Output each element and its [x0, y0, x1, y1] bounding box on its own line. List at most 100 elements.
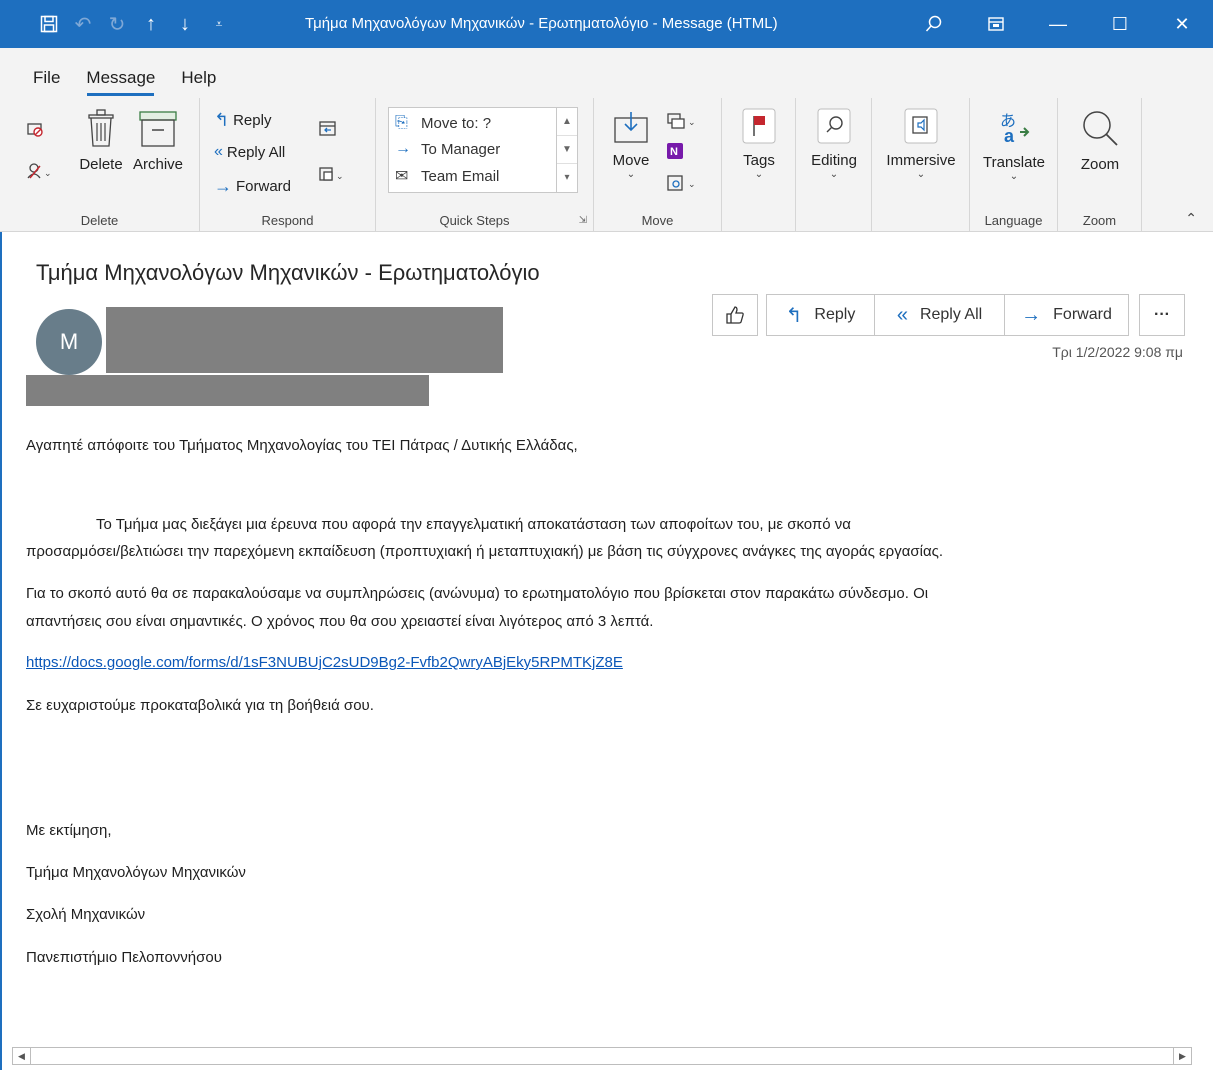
- signature-school: Σχολή Μηχανικών: [26, 906, 146, 923]
- actions-icon[interactable]: ⌄: [666, 172, 698, 192]
- archive-button[interactable]: Archive: [130, 108, 186, 173]
- more-respond-icon[interactable]: ⌄: [318, 164, 346, 184]
- editing-button[interactable]: Editing ⌄: [796, 108, 872, 180]
- expand-gallery-icon[interactable]: ▾: [557, 164, 577, 192]
- flag-icon: [742, 108, 776, 144]
- quick-steps-scroll[interactable]: ▲ ▼ ▾: [556, 108, 577, 192]
- block-icon[interactable]: ⌄: [26, 162, 52, 180]
- collapse-ribbon-icon[interactable]: ⌃: [1185, 210, 1197, 227]
- svg-text:⌄: ⌄: [336, 171, 344, 181]
- search-icon[interactable]: [903, 0, 965, 48]
- tags-dropdown-icon: ⌄: [754, 169, 764, 180]
- trash-icon: [88, 109, 114, 147]
- message-reply-button[interactable]: ↰ Reply: [766, 294, 874, 336]
- like-button[interactable]: [712, 294, 758, 336]
- response-actions: ↰ Reply «Reply All → Forward: [766, 294, 1129, 336]
- quick-steps-launcher-icon[interactable]: ⇲: [579, 215, 587, 226]
- move-folder-icon: [614, 112, 648, 143]
- maximize-icon[interactable]: ☐: [1089, 0, 1151, 48]
- chevron-down-icon[interactable]: ▼: [557, 136, 577, 164]
- paragraph-1-line-1: Το Τμήμα μας διεξάγει μια έρευνα που αφο…: [96, 516, 851, 533]
- message-date: Τρι 1/2/2022 9:08 πμ: [1052, 344, 1183, 360]
- archive-label: Archive: [132, 156, 184, 173]
- translate-icon: あa: [1000, 111, 1030, 146]
- immersive-group: Immersive ⌄: [872, 98, 970, 232]
- move-label: Move: [612, 152, 650, 169]
- scroll-right-icon[interactable]: ▶: [1173, 1048, 1191, 1064]
- svg-text:N: N: [670, 146, 678, 158]
- forward-button[interactable]: → Forward: [214, 176, 291, 197]
- chevron-up-icon[interactable]: ▲: [557, 108, 577, 136]
- undo-icon[interactable]: ↶: [66, 7, 100, 41]
- rules-icon[interactable]: ⌄: [666, 112, 698, 130]
- svg-text:⌄: ⌄: [44, 168, 52, 178]
- close-icon[interactable]: ✕: [1151, 0, 1213, 48]
- find-icon: [817, 108, 851, 144]
- immersive-reader-icon: [904, 108, 938, 144]
- signature-university: Πανεπιστήμιο Πελοποννήσου: [26, 949, 222, 966]
- immersive-label: Immersive: [886, 152, 956, 169]
- title-bar: ↶ ↻ ↑ ↓ ⩡ Τμήμα Μηχανολόγων Μηχανικών - …: [0, 0, 1213, 48]
- arrow-right-icon: →: [395, 140, 411, 157]
- quick-steps-label: Quick Steps: [439, 213, 510, 228]
- language-group: あa Translate ⌄ Language: [970, 98, 1058, 232]
- quick-step-move-to[interactable]: ⎘ Move to: ?: [395, 114, 491, 132]
- svg-text:⌄: ⌄: [688, 117, 696, 127]
- tags-button[interactable]: Tags ⌄: [722, 108, 796, 180]
- tab-help[interactable]: Help: [168, 68, 229, 98]
- tags-label: Tags: [743, 152, 775, 169]
- message-reply-all-button[interactable]: «Reply All: [874, 294, 1004, 336]
- reading-pane: Τμήμα Μηχανολόγων Μηχανικών - Ερωτηματολ…: [0, 232, 1213, 1070]
- survey-link[interactable]: https://docs.google.com/forms/d/1sF3NUBU…: [26, 654, 623, 671]
- move-dropdown-icon: ⌄: [626, 169, 636, 180]
- avatar[interactable]: M: [36, 309, 102, 375]
- svg-text:⌄: ⌄: [688, 179, 696, 189]
- previous-item-icon[interactable]: ↑: [134, 7, 168, 41]
- tags-group: Tags ⌄: [722, 98, 796, 232]
- reply-all-button[interactable]: «Reply All: [214, 143, 285, 161]
- move-group-label: Move: [641, 213, 674, 228]
- redo-icon[interactable]: ↻: [100, 7, 134, 41]
- tab-file[interactable]: File: [20, 68, 73, 98]
- tab-message[interactable]: Message: [73, 68, 168, 98]
- delete-group-label: Delete: [80, 213, 119, 228]
- move-group: Move ⌄ ⌄ N ⌄ Move: [594, 98, 722, 232]
- zoom-button[interactable]: Zoom: [1058, 108, 1142, 173]
- ignore-icon[interactable]: [26, 120, 44, 138]
- translate-button[interactable]: あa Translate ⌄: [970, 108, 1058, 182]
- closing-text: Με εκτίμηση,: [26, 822, 112, 839]
- scroll-left-icon[interactable]: ◀: [13, 1048, 31, 1064]
- sender-redacted: [106, 307, 503, 373]
- quick-step-team-email[interactable]: ✉ Team Email: [395, 166, 499, 186]
- more-actions-button[interactable]: ···: [1139, 294, 1185, 336]
- reply-button[interactable]: ↰ Reply: [214, 110, 271, 131]
- quick-step-to-manager[interactable]: → To Manager: [395, 140, 500, 158]
- reply-all-icon: «: [214, 143, 223, 160]
- message-forward-button[interactable]: → Forward: [1004, 294, 1129, 336]
- ribbon-display-icon[interactable]: [965, 0, 1027, 48]
- meeting-reply-icon[interactable]: [318, 118, 338, 138]
- editing-group: Editing ⌄: [796, 98, 872, 232]
- editing-dropdown-icon: ⌄: [829, 169, 839, 180]
- message-subject: Τμήμα Μηχανολόγων Μηχανικών - Ερωτηματολ…: [36, 260, 540, 285]
- quick-steps-gallery: ⎘ Move to: ? → To Manager ✉ Team Email ▲ ▼ …: [388, 107, 578, 193]
- ribbon-tabs: File Message Help: [0, 48, 1213, 98]
- onenote-icon[interactable]: N: [666, 142, 684, 160]
- quick-access-toolbar: ↶ ↻ ↑ ↓ ⩡: [0, 0, 236, 48]
- forward-arrow-icon: →: [1021, 303, 1042, 326]
- thumbs-up-icon: [726, 306, 744, 324]
- zoom-label: Zoom: [1080, 156, 1120, 173]
- archive-icon: [139, 111, 177, 147]
- minimize-icon[interactable]: —: [1027, 0, 1089, 48]
- horizontal-scrollbar[interactable]: ◀ ▶: [12, 1047, 1192, 1065]
- window-title: Τμήμα Μηχανολόγων Μηχανικών - Ερωτηματολ…: [305, 15, 778, 32]
- save-icon[interactable]: [32, 7, 66, 41]
- delete-button[interactable]: Delete: [74, 108, 128, 173]
- reply-icon: ↰: [214, 110, 230, 130]
- immersive-button[interactable]: Immersive ⌄: [872, 108, 970, 180]
- next-item-icon[interactable]: ↓: [168, 7, 202, 41]
- respond-group-label: Respond: [261, 213, 314, 228]
- move-button[interactable]: Move ⌄: [608, 110, 654, 180]
- customize-qat-icon[interactable]: ⩡: [202, 7, 236, 41]
- delete-group: ⌄ Delete Archive Delete: [0, 98, 200, 232]
